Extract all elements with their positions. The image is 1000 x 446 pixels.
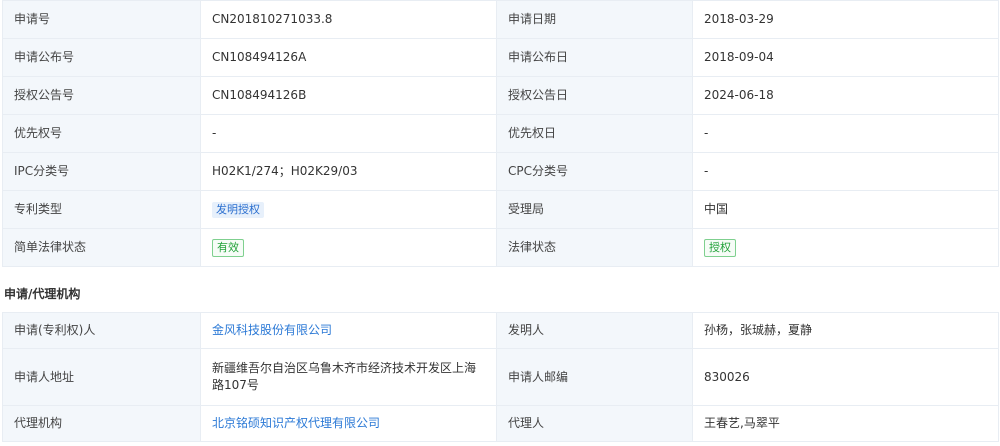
receiving-office-label: 受理局 bbox=[496, 190, 693, 229]
agent-value: 王春艺,马翠平 bbox=[692, 405, 999, 442]
legal-status-label: 法律状态 bbox=[496, 228, 693, 267]
basic-info-table: 申请号 CN201810271033.8 申请日期 2018-03-29 申请公… bbox=[2, 0, 999, 267]
table-row: 专利类型 发明授权 受理局 中国 bbox=[2, 190, 999, 229]
publication-date-label: 申请公布日 bbox=[496, 38, 693, 77]
applicant-postcode-value: 830026 bbox=[692, 348, 999, 406]
application-number-value: CN201810271033.8 bbox=[200, 0, 497, 39]
grant-date-label: 授权公告日 bbox=[496, 76, 693, 115]
applicant-address-label: 申请人地址 bbox=[2, 348, 201, 406]
publication-number-label: 申请公布号 bbox=[2, 38, 201, 77]
simple-legal-status-label: 简单法律状态 bbox=[2, 228, 201, 267]
table-row: 申请(专利权)人 金风科技股份有限公司 发明人 孙杨，张珹赫，夏静 bbox=[2, 312, 999, 349]
priority-number-value: - bbox=[200, 114, 497, 153]
agency-label: 代理机构 bbox=[2, 405, 201, 442]
grant-number-value: CN108494126B bbox=[200, 76, 497, 115]
inventor-label: 发明人 bbox=[496, 312, 693, 349]
application-number-label: 申请号 bbox=[2, 0, 201, 39]
priority-date-value: - bbox=[692, 114, 999, 153]
patent-type-label: 专利类型 bbox=[2, 190, 201, 229]
table-row: 申请公布号 CN108494126A 申请公布日 2018-09-04 bbox=[2, 38, 999, 77]
inventor-value: 孙杨，张珹赫，夏静 bbox=[692, 312, 999, 349]
ipc-class-label: IPC分类号 bbox=[2, 152, 201, 191]
ipc-class-value: H02K1/274；H02K29/03 bbox=[200, 152, 497, 191]
patent-detail-panel: 申请号 CN201810271033.8 申请日期 2018-03-29 申请公… bbox=[0, 0, 1000, 446]
applicant-postcode-label: 申请人邮编 bbox=[496, 348, 693, 406]
patent-type-badge: 发明授权 bbox=[212, 202, 264, 218]
priority-number-label: 优先权号 bbox=[2, 114, 201, 153]
agent-label: 代理人 bbox=[496, 405, 693, 442]
agency-info-table: 申请(专利权)人 金风科技股份有限公司 发明人 孙杨，张珹赫，夏静 申请人地址 … bbox=[2, 312, 999, 442]
applicant-label: 申请(专利权)人 bbox=[2, 312, 201, 349]
cpc-class-label: CPC分类号 bbox=[496, 152, 693, 191]
application-date-value: 2018-03-29 bbox=[692, 0, 999, 39]
application-date-label: 申请日期 bbox=[496, 0, 693, 39]
agency-link[interactable]: 北京铭硕知识产权代理有限公司 bbox=[212, 416, 380, 430]
publication-date-value: 2018-09-04 bbox=[692, 38, 999, 77]
table-row: 优先权号 - 优先权日 - bbox=[2, 114, 999, 153]
publication-number-value: CN108494126A bbox=[200, 38, 497, 77]
priority-date-label: 优先权日 bbox=[496, 114, 693, 153]
applicant-address-value: 新疆维吾尔自治区乌鲁木齐市经济技术开发区上海路107号 bbox=[200, 348, 497, 406]
simple-legal-status-badge: 有效 bbox=[212, 238, 244, 257]
table-row: 代理机构 北京铭硕知识产权代理有限公司 代理人 王春艺,马翠平 bbox=[2, 405, 999, 442]
table-row: IPC分类号 H02K1/274；H02K29/03 CPC分类号 - bbox=[2, 152, 999, 191]
table-row: 申请人地址 新疆维吾尔自治区乌鲁木齐市经济技术开发区上海路107号 申请人邮编 … bbox=[2, 348, 999, 406]
receiving-office-value: 中国 bbox=[692, 190, 999, 229]
grant-number-label: 授权公告号 bbox=[2, 76, 201, 115]
grant-date-value: 2024-06-18 bbox=[692, 76, 999, 115]
applicant-agency-section-title: 申请/代理机构 bbox=[4, 287, 81, 301]
legal-status-badge: 授权 bbox=[704, 238, 736, 257]
table-row: 申请号 CN201810271033.8 申请日期 2018-03-29 bbox=[2, 0, 999, 39]
applicant-link[interactable]: 金风科技股份有限公司 bbox=[212, 323, 332, 337]
table-row: 授权公告号 CN108494126B 授权公告日 2024-06-18 bbox=[2, 76, 999, 115]
table-row: 简单法律状态 有效 法律状态 授权 bbox=[2, 228, 999, 267]
cpc-class-value: - bbox=[692, 152, 999, 191]
